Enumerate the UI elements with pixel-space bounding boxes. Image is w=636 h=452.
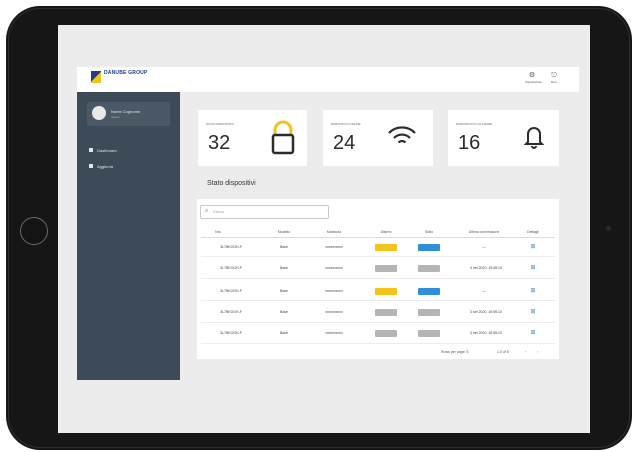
cell-nro: 3L7BKOGH-F bbox=[220, 245, 242, 249]
row-divider bbox=[201, 322, 555, 323]
cell-modello: Base bbox=[280, 289, 288, 293]
cell-matricola: xxxxxxxxxx bbox=[325, 289, 343, 293]
cell-nro: 3L7BKOGH-F bbox=[220, 289, 242, 293]
card-value: 32 bbox=[208, 132, 231, 154]
card-value: 16 bbox=[458, 132, 481, 154]
alarm-badge-none bbox=[375, 330, 397, 337]
status-badge-offline bbox=[418, 265, 440, 272]
bell-icon bbox=[524, 127, 544, 149]
row-divider bbox=[201, 278, 555, 279]
col-header-modello[interactable]: Modello bbox=[278, 230, 290, 234]
lock-icon bbox=[271, 120, 295, 155]
logout-button[interactable]: ⎋ Esci bbox=[547, 72, 561, 84]
search-placeholder: Cerca bbox=[213, 209, 224, 214]
status-badge-online bbox=[418, 288, 440, 295]
details-icon[interactable]: ⊞ bbox=[530, 287, 535, 294]
settings-button[interactable]: ⚙ Impostazioni bbox=[525, 72, 542, 84]
card-title: DISPOSITIVI IN ALLARME bbox=[456, 122, 493, 126]
gear-icon: ⚙ bbox=[528, 72, 536, 79]
sidebar-item-update[interactable]: Aggiorna bbox=[89, 162, 113, 170]
cell-matricola: xxxxxxxxxx bbox=[325, 331, 343, 335]
logo-name: DANUBE GROUP bbox=[104, 70, 148, 76]
card-title: NUOVI DISPOSITIVI bbox=[206, 122, 235, 126]
cell-ultima: — bbox=[482, 245, 486, 249]
card-value: 24 bbox=[333, 132, 356, 154]
cell-matricola: xxxxxxxxxx bbox=[325, 310, 343, 314]
col-header-ultima[interactable]: Ultima connessione bbox=[469, 230, 500, 234]
dashboard-icon bbox=[89, 148, 93, 152]
camera bbox=[606, 226, 611, 231]
chevron-left-icon[interactable]: ‹ bbox=[525, 349, 526, 354]
sidebar-item-label: Aggiorna bbox=[97, 163, 114, 169]
cell-modello: Base bbox=[280, 266, 288, 270]
status-badge-offline bbox=[418, 309, 440, 316]
sidebar-item-label: Dashboard bbox=[97, 147, 117, 153]
sidebar-item-dashboard[interactable]: Dashboard bbox=[89, 146, 117, 154]
status-badge-online bbox=[418, 244, 440, 251]
cell-nro: 3L7BKOGH-F bbox=[220, 310, 242, 314]
table-header-divider bbox=[201, 237, 555, 238]
cell-modello: Base bbox=[280, 310, 288, 314]
cell-ultima: 3 set 2020, 15:55:10 bbox=[470, 310, 502, 314]
logo-mark bbox=[91, 71, 101, 83]
section-title: Stato dispositivi bbox=[207, 180, 256, 187]
card-title: DISPOSITIVI ONLINE bbox=[331, 122, 361, 126]
col-header-allarmi[interactable]: Allarmi bbox=[381, 230, 392, 234]
details-icon[interactable]: ⊞ bbox=[530, 243, 535, 250]
cell-ultima: 3 set 2020, 15:55:10 bbox=[470, 331, 502, 335]
avatar bbox=[92, 106, 106, 120]
details-icon[interactable]: ⊞ bbox=[530, 264, 535, 271]
status-badge-offline bbox=[418, 330, 440, 337]
row-divider bbox=[201, 300, 555, 301]
update-icon bbox=[89, 164, 93, 168]
settings-label: Impostazioni bbox=[525, 80, 542, 84]
user-name: Nome Cognome bbox=[111, 109, 141, 114]
search-input[interactable]: ⌕ Cerca bbox=[200, 205, 329, 219]
user-role: Utente bbox=[111, 115, 120, 119]
row-divider bbox=[201, 256, 555, 257]
pagination-range: 1-5 of 8 bbox=[497, 350, 509, 354]
alarm-badge-none bbox=[375, 265, 397, 272]
search-icon: ⌕ bbox=[205, 208, 209, 214]
cell-modello: Base bbox=[280, 245, 288, 249]
details-icon[interactable]: ⊞ bbox=[530, 308, 535, 315]
col-header-dettagli[interactable]: Dettagli bbox=[527, 230, 539, 234]
exit-icon: ⎋ bbox=[551, 72, 557, 79]
col-header-matricola[interactable]: Matricola bbox=[327, 230, 341, 234]
cell-nro: 3L7BKOGH-F bbox=[220, 266, 242, 270]
alarm-badge-none bbox=[375, 309, 397, 316]
alarm-badge-warning bbox=[375, 244, 397, 251]
cell-matricola: xxxxxxxxxx bbox=[325, 266, 343, 270]
cell-modello: Base bbox=[280, 331, 288, 335]
card-online-devices[interactable]: DISPOSITIVI ONLINE 24 bbox=[323, 110, 433, 166]
cell-nro: 3L7BKOGH-F bbox=[220, 331, 242, 335]
sidebar bbox=[77, 92, 180, 380]
chevron-right-icon[interactable]: › bbox=[537, 349, 538, 354]
logo[interactable]: DANUBE GROUP bbox=[91, 70, 163, 84]
details-icon[interactable]: ⊞ bbox=[530, 329, 535, 336]
rows-per-page-select[interactable]: Rows per page: 5 bbox=[441, 350, 468, 354]
cell-matricola: xxxxxxxxxx bbox=[325, 245, 343, 249]
card-new-devices[interactable]: NUOVI DISPOSITIVI 32 bbox=[198, 110, 307, 166]
logout-label: Esci bbox=[551, 80, 557, 84]
row-divider bbox=[201, 343, 555, 344]
user-box[interactable]: Nome Cognome Utente bbox=[87, 102, 170, 126]
card-alarm-devices[interactable]: DISPOSITIVI IN ALLARME 16 bbox=[448, 110, 559, 166]
alarm-badge-warning bbox=[375, 288, 397, 295]
wifi-icon bbox=[388, 126, 416, 144]
cell-ultima: — bbox=[482, 289, 486, 293]
col-header-nro[interactable]: Nro bbox=[215, 230, 221, 234]
col-header-stato[interactable]: Stato bbox=[425, 230, 433, 234]
home-button[interactable] bbox=[20, 217, 48, 245]
cell-ultima: 3 set 2020, 15:55:10 bbox=[470, 266, 502, 270]
